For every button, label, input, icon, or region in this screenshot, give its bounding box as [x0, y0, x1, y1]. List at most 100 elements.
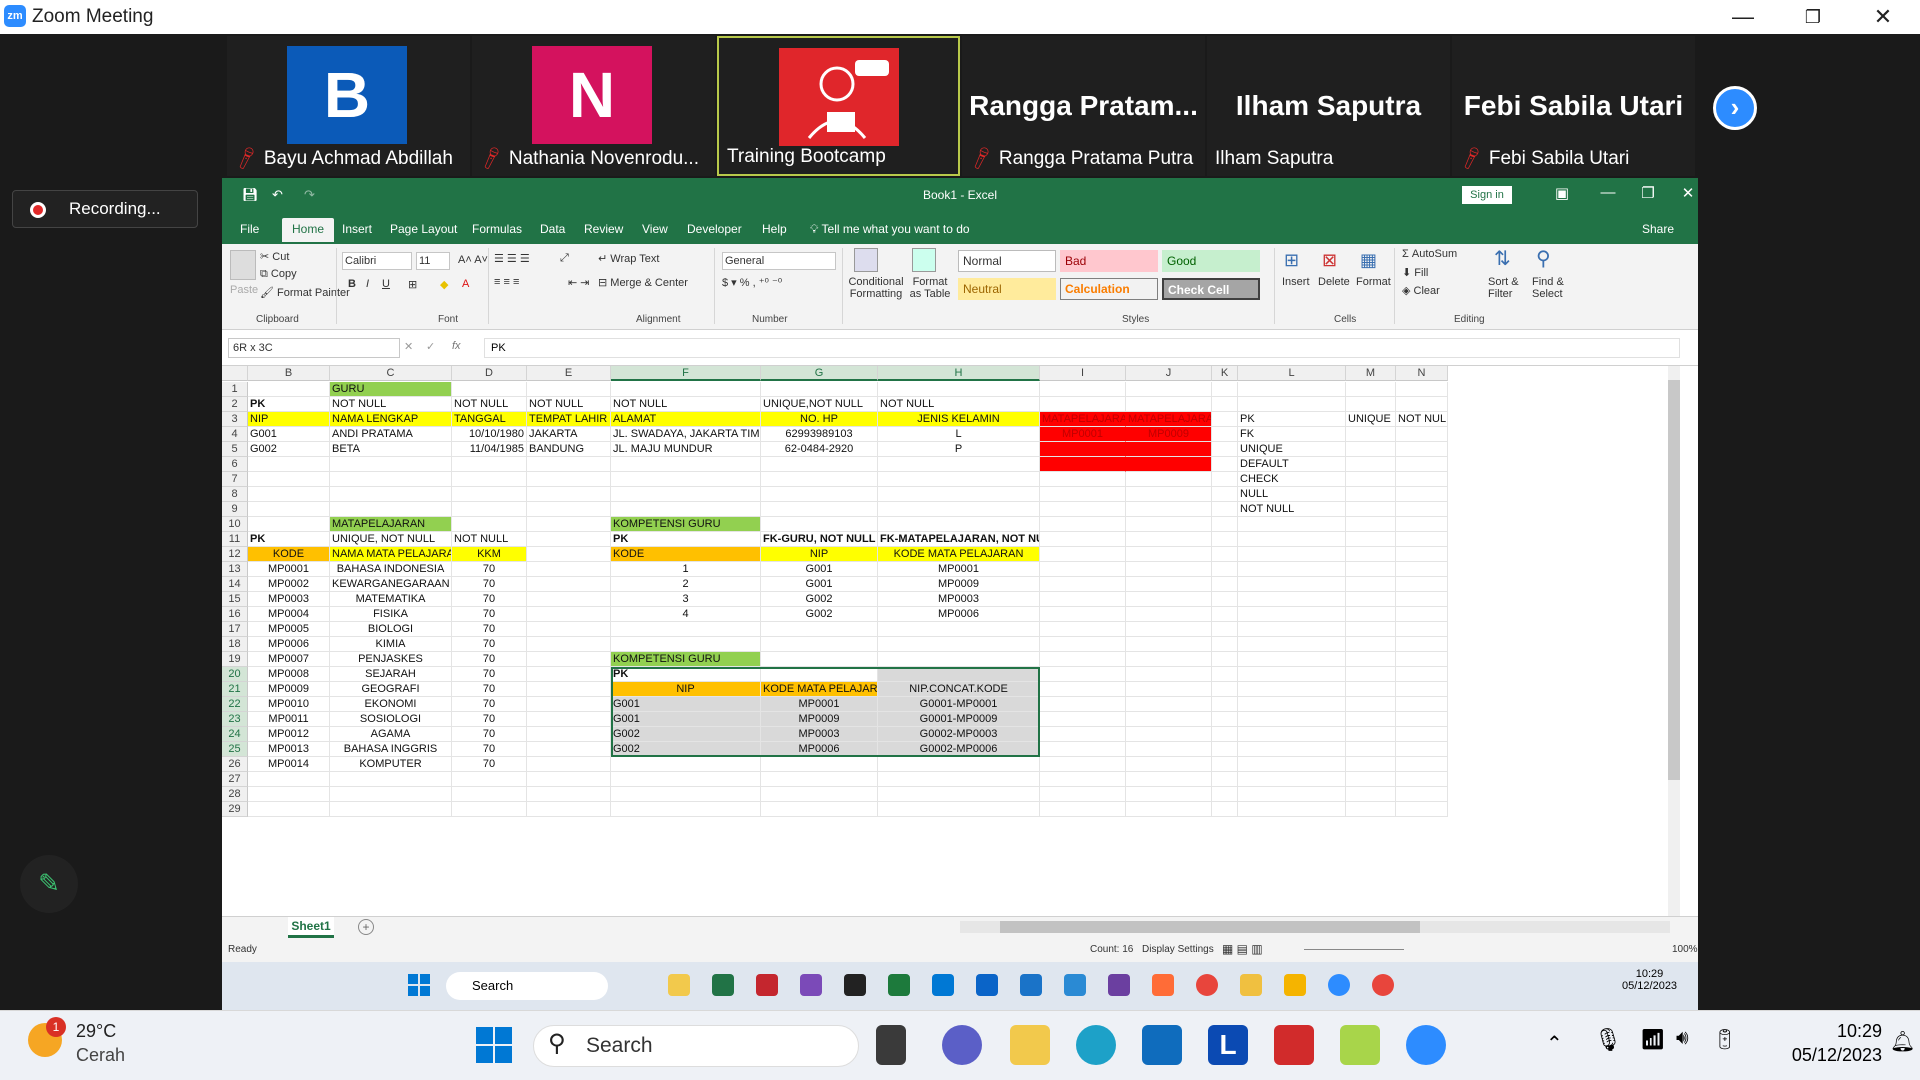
- cell-c6[interactable]: [330, 457, 452, 472]
- cell-m1[interactable]: [1346, 382, 1396, 397]
- cell-g28[interactable]: [761, 787, 878, 802]
- cell-f4[interactable]: JL. SWADAYA, JAKARTA TIMUR: [611, 427, 761, 442]
- insert-cells-icon[interactable]: ⊞: [1284, 250, 1299, 271]
- vscode-icon[interactable]: [1064, 974, 1086, 996]
- cell-f6[interactable]: [611, 457, 761, 472]
- cell-f28[interactable]: [611, 787, 761, 802]
- cell-j10[interactable]: [1126, 517, 1212, 532]
- row-header[interactable]: 28: [222, 787, 248, 802]
- cell-l25[interactable]: [1238, 742, 1346, 757]
- cell-f9[interactable]: [611, 502, 761, 517]
- cell-f5[interactable]: JL. MAJU MUNDUR: [611, 442, 761, 457]
- cell-n16[interactable]: [1396, 607, 1448, 622]
- excel-close-button[interactable]: ✕: [1668, 184, 1698, 202]
- cell-l1[interactable]: [1238, 382, 1346, 397]
- cell-g18[interactable]: [761, 637, 878, 652]
- cell-e25[interactable]: [527, 742, 611, 757]
- cell-j3[interactable]: MATAPELAJARAN: [1126, 412, 1212, 427]
- column-header[interactable]: K: [1212, 366, 1238, 381]
- column-header[interactable]: E: [527, 366, 611, 381]
- file-explorer-icon[interactable]: [668, 974, 690, 996]
- cell-l24[interactable]: [1238, 727, 1346, 742]
- row-header[interactable]: 6: [222, 457, 248, 472]
- cell-n27[interactable]: [1396, 772, 1448, 787]
- cell-c25[interactable]: BAHASA INGGRIS: [330, 742, 452, 757]
- cell-i29[interactable]: [1040, 802, 1126, 817]
- find-icon[interactable]: ⚲: [1536, 246, 1551, 271]
- chrome-icon[interactable]: [1196, 974, 1218, 996]
- cell-e20[interactable]: [527, 667, 611, 682]
- cell-h28[interactable]: [878, 787, 1040, 802]
- cell-c28[interactable]: [330, 787, 452, 802]
- cell-i10[interactable]: [1040, 517, 1126, 532]
- italic-button[interactable]: I: [366, 278, 369, 290]
- row-header[interactable]: 2: [222, 397, 248, 412]
- row-header[interactable]: 26: [222, 757, 248, 772]
- cell-c24[interactable]: AGAMA: [330, 727, 452, 742]
- chrome-icon[interactable]: [1372, 974, 1394, 996]
- cell-j6[interactable]: [1126, 457, 1212, 472]
- cell-b28[interactable]: [248, 787, 330, 802]
- cell-n26[interactable]: [1396, 757, 1448, 772]
- cell-l21[interactable]: [1238, 682, 1346, 697]
- cell-l3[interactable]: PK: [1238, 412, 1346, 427]
- cell-n7[interactable]: [1396, 472, 1448, 487]
- cell-i21[interactable]: [1040, 682, 1126, 697]
- cell-e26[interactable]: [527, 757, 611, 772]
- cell-c26[interactable]: KOMPUTER: [330, 757, 452, 772]
- cell-j15[interactable]: [1126, 592, 1212, 607]
- cell-j18[interactable]: [1126, 637, 1212, 652]
- cell-i9[interactable]: [1040, 502, 1126, 517]
- cell-g1[interactable]: [761, 382, 878, 397]
- cell-g8[interactable]: [761, 487, 878, 502]
- next-page-button[interactable]: ›: [1713, 86, 1757, 130]
- cell-m25[interactable]: [1346, 742, 1396, 757]
- cell-k23[interactable]: [1212, 712, 1238, 727]
- cell-e6[interactable]: [527, 457, 611, 472]
- sign-in-button[interactable]: Sign in: [1462, 186, 1512, 204]
- wrap-text-button[interactable]: ↵ Wrap Text: [598, 252, 659, 265]
- conditional-formatting-button[interactable]: Conditional Formatting: [846, 276, 906, 300]
- cell-f27[interactable]: [611, 772, 761, 787]
- cell-m21[interactable]: [1346, 682, 1396, 697]
- cell-h6[interactable]: [878, 457, 1040, 472]
- cell-i13[interactable]: [1040, 562, 1126, 577]
- cell-h15[interactable]: MP0003: [878, 592, 1040, 607]
- cell-i15[interactable]: [1040, 592, 1126, 607]
- cell-g26[interactable]: [761, 757, 878, 772]
- cell-l19[interactable]: [1238, 652, 1346, 667]
- cell-e2[interactable]: NOT NULL: [527, 397, 611, 412]
- cell-n24[interactable]: [1396, 727, 1448, 742]
- cell-i5[interactable]: [1040, 442, 1126, 457]
- cell-f18[interactable]: [611, 637, 761, 652]
- row-header[interactable]: 29: [222, 802, 248, 817]
- cell-m5[interactable]: [1346, 442, 1396, 457]
- cell-h24[interactable]: G0002-MP0003: [878, 727, 1040, 742]
- cell-h8[interactable]: [878, 487, 1040, 502]
- cell-n13[interactable]: [1396, 562, 1448, 577]
- row-header[interactable]: 24: [222, 727, 248, 742]
- store-icon[interactable]: [1142, 1025, 1182, 1065]
- cell-m15[interactable]: [1346, 592, 1396, 607]
- cell-d10[interactable]: [452, 517, 527, 532]
- cell-d26[interactable]: 70: [452, 757, 527, 772]
- column-header[interactable]: D: [452, 366, 527, 381]
- cell-n9[interactable]: [1396, 502, 1448, 517]
- mail-icon[interactable]: [1020, 974, 1042, 996]
- wifi-icon[interactable]: 📶︎: [1640, 1027, 1665, 1052]
- visual-studio-icon[interactable]: [1108, 974, 1130, 996]
- share-button[interactable]: Share: [1642, 222, 1674, 236]
- edge-icon[interactable]: [1076, 1025, 1116, 1065]
- cell-d28[interactable]: [452, 787, 527, 802]
- cell-l27[interactable]: [1238, 772, 1346, 787]
- cell-m23[interactable]: [1346, 712, 1396, 727]
- cell-n5[interactable]: [1396, 442, 1448, 457]
- delete-cells-button[interactable]: Delete: [1318, 276, 1350, 288]
- cell-c21[interactable]: GEOGRAFI: [330, 682, 452, 697]
- cell-j8[interactable]: [1126, 487, 1212, 502]
- cell-j9[interactable]: [1126, 502, 1212, 517]
- cell-h21[interactable]: NIP.CONCAT.KODE: [878, 682, 1040, 697]
- notes-icon[interactable]: [1240, 974, 1262, 996]
- style-normal[interactable]: Normal: [958, 250, 1056, 272]
- cell-g2[interactable]: UNIQUE,NOT NULL: [761, 397, 878, 412]
